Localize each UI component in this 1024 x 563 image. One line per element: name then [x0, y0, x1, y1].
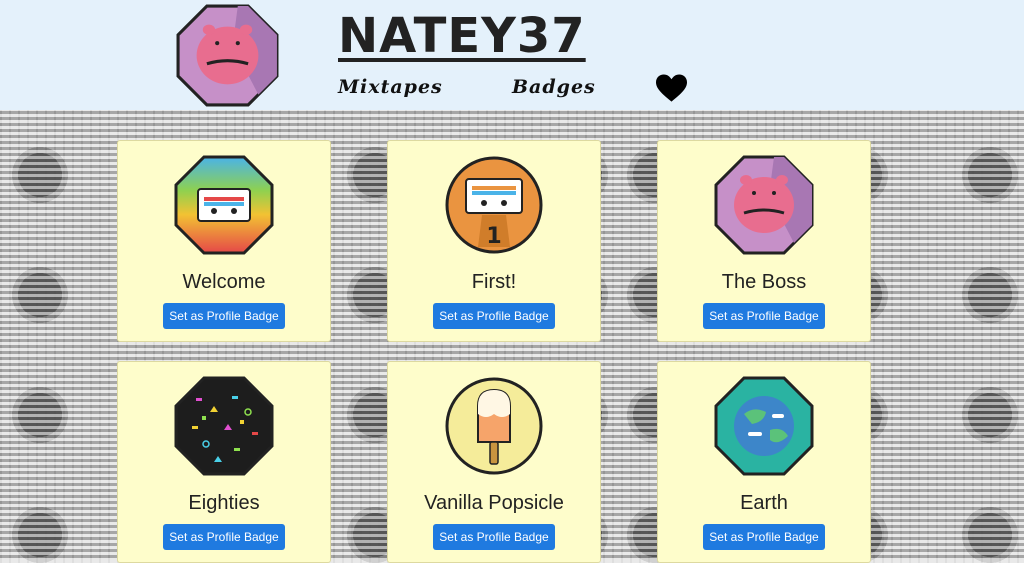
- earth-icon: [714, 376, 814, 476]
- nav-mixtapes-link[interactable]: Mixtapes: [338, 76, 443, 98]
- svg-text:1: 1: [486, 224, 501, 249]
- badge-card: The Boss Set as Profile Badge: [657, 140, 871, 342]
- popsicle-icon: [445, 377, 543, 475]
- username-title: NATEY37: [338, 8, 586, 64]
- badge-name: First!: [471, 271, 517, 293]
- hippo-avatar-icon: [176, 4, 279, 107]
- set-profile-badge-button[interactable]: Set as Profile Badge: [163, 524, 285, 550]
- rainbow-cassette-icon: [174, 155, 274, 255]
- badge-name: Vanilla Popsicle: [424, 492, 564, 514]
- badge-card: Vanilla Popsicle Set as Profile Badge: [387, 361, 601, 563]
- badge-card: 1 First! Set as Profile Badge: [387, 140, 601, 342]
- badge-card: Earth Set as Profile Badge: [657, 361, 871, 563]
- badge-name: The Boss: [721, 271, 807, 293]
- eighties-pattern-icon: [174, 376, 274, 476]
- badge-card: Eighties Set as Profile Badge: [117, 361, 331, 563]
- set-profile-badge-button[interactable]: Set as Profile Badge: [703, 303, 825, 329]
- cassette-number-one-icon: 1: [445, 156, 543, 254]
- nav-badges-link[interactable]: Badges: [512, 76, 596, 98]
- badge-card: Welcome Set as Profile Badge: [117, 140, 331, 342]
- badge-name: Earth: [740, 492, 788, 514]
- set-profile-badge-button[interactable]: Set as Profile Badge: [433, 524, 555, 550]
- set-profile-badge-button[interactable]: Set as Profile Badge: [163, 303, 285, 329]
- set-profile-badge-button[interactable]: Set as Profile Badge: [433, 303, 555, 329]
- badge-name: Welcome: [182, 271, 266, 293]
- badge-name: Eighties: [188, 492, 260, 514]
- hippo-icon: [714, 155, 814, 255]
- set-profile-badge-button[interactable]: Set as Profile Badge: [703, 524, 825, 550]
- heart-icon[interactable]: [656, 74, 687, 103]
- profile-header: NATEY37 Mixtapes Badges: [0, 0, 1024, 110]
